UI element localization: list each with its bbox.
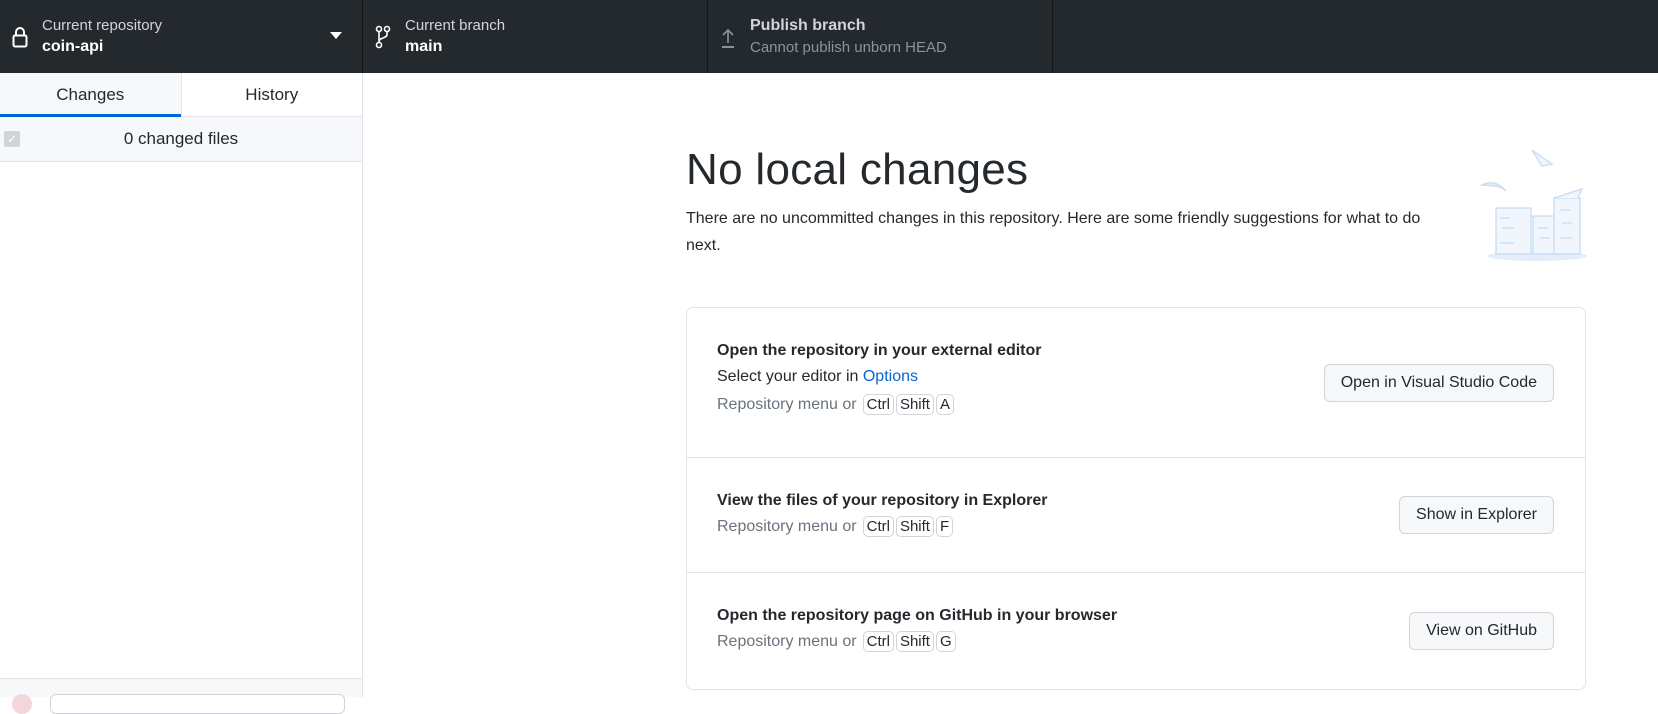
- current-branch-button[interactable]: Current branch main: [363, 0, 708, 73]
- select-all-checkbox[interactable]: ✓: [4, 131, 20, 147]
- page-title: No local changes: [686, 145, 1029, 194]
- shortcut-prefix: Repository menu or: [717, 517, 857, 535]
- view-on-github-button[interactable]: View on GitHub: [1409, 612, 1554, 650]
- branch-name: main: [405, 38, 443, 55]
- sidebar: Changes History ✓ 0 changed files: [0, 73, 363, 714]
- sidebar-tabs: Changes History: [0, 73, 362, 117]
- key-shift: Shift: [895, 394, 934, 415]
- changed-files-count: 0 changed files: [123, 129, 239, 148]
- commit-summary-input[interactable]: [50, 694, 345, 714]
- publish-label: Publish branch: [750, 17, 866, 34]
- branch-label: Current branch: [405, 17, 506, 34]
- avatar: [12, 694, 32, 714]
- upload-icon: [718, 25, 738, 49]
- empty-state-illustration: [1479, 148, 1590, 268]
- repository-label: Current repository: [42, 17, 163, 34]
- suggestion-open-editor: Open the repository in your external edi…: [687, 308, 1585, 458]
- key-ctrl: Ctrl: [862, 394, 894, 415]
- tab-changes[interactable]: Changes: [0, 73, 181, 117]
- publish-branch-button[interactable]: Publish branch Cannot publish unborn HEAD: [708, 0, 1053, 73]
- chevron-down-icon: [330, 32, 342, 39]
- key-ctrl: Ctrl: [862, 516, 894, 537]
- toolbar: Current repository coin-api Current branc…: [0, 0, 1658, 73]
- key-shift: Shift: [895, 631, 934, 652]
- key-a: A: [935, 394, 954, 415]
- publish-status: Cannot publish unborn HEAD: [750, 39, 947, 56]
- key-shift: Shift: [895, 516, 934, 537]
- shortcut-prefix: Repository menu or: [717, 395, 857, 413]
- key-f: F: [935, 516, 954, 537]
- lock-icon: [10, 26, 30, 48]
- current-repository-button[interactable]: Current repository coin-api: [0, 0, 363, 73]
- page-description: There are no uncommitted changes in this…: [686, 210, 1421, 254]
- suggestion-view-github: Open the repository page on GitHub in yo…: [687, 573, 1585, 689]
- key-ctrl: Ctrl: [862, 631, 894, 652]
- tab-history[interactable]: History: [180, 73, 363, 116]
- git-branch-icon: [373, 25, 393, 49]
- suggestion-show-explorer: View the files of your repository in Exp…: [687, 458, 1585, 573]
- shortcut-prefix: Repository menu or: [717, 632, 857, 650]
- open-in-vscode-button[interactable]: Open in Visual Studio Code: [1323, 363, 1554, 402]
- suggestions-card: Open the repository in your external edi…: [686, 307, 1586, 690]
- subtitle-text: Select your editor in: [717, 368, 863, 385]
- changed-files-header: ✓ 0 changed files: [0, 117, 362, 162]
- commit-area: [0, 678, 362, 714]
- repository-name: coin-api: [42, 38, 104, 55]
- options-link[interactable]: Options: [863, 368, 918, 385]
- show-in-explorer-button[interactable]: Show in Explorer: [1399, 496, 1554, 534]
- suggestion-title: Open the repository in your external edi…: [717, 342, 1042, 359]
- key-g: G: [935, 631, 956, 652]
- no-changes-view: No local changes There are no uncommitte…: [686, 145, 1586, 259]
